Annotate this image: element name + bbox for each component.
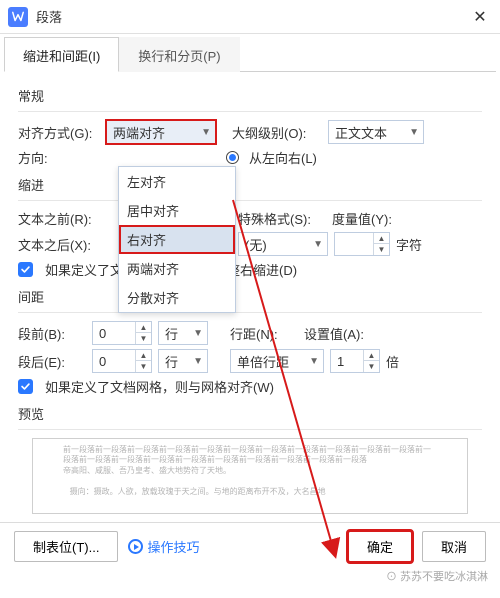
combo-line-spacing[interactable]: 单倍行距 ▼ xyxy=(230,349,324,373)
spinner-set-value-value: 1 xyxy=(337,354,344,369)
label-space-after: 段后(E): xyxy=(18,352,86,371)
label-space-before: 段前(B): xyxy=(18,324,86,343)
combo-outline-level[interactable]: 正文文本 ▼ xyxy=(328,120,424,144)
label-set-value: 设置值(A): xyxy=(304,324,364,343)
combo-alignment[interactable]: 两端对齐 ▼ xyxy=(106,120,216,144)
combo-outline-value: 正文文本 xyxy=(335,123,387,142)
spin-up-icon[interactable]: ▲ xyxy=(136,350,151,361)
app-logo-icon xyxy=(8,7,28,27)
label-metric: 度量值(Y): xyxy=(332,209,392,228)
checkbox-snap-to-grid[interactable] xyxy=(18,379,33,394)
label-indent-after: 文本之后(X): xyxy=(18,235,100,254)
checkbox-snap-to-grid-label: 如果定义了文档网格，则与网格对齐(W) xyxy=(45,377,274,396)
spinner-space-before-value: 0 xyxy=(99,326,106,341)
chevron-down-icon: ▼ xyxy=(201,127,211,138)
combo-alignment-value: 两端对齐 xyxy=(113,123,165,142)
spin-down-icon[interactable]: ▼ xyxy=(136,333,151,344)
tab-strip: 缩进和间距(I) 换行和分页(P) xyxy=(4,36,496,72)
alignment-dropdown: 左对齐 居中对齐 右对齐 两端对齐 分散对齐 xyxy=(118,166,236,313)
combo-after-unit[interactable]: 行 ▼ xyxy=(158,349,208,373)
tab-indent-spacing[interactable]: 缩进和间距(I) xyxy=(4,37,119,72)
label-direction: 方向: xyxy=(18,148,100,167)
spinner-space-after-value: 0 xyxy=(99,354,106,369)
label-outline-level: 大纲级别(O): xyxy=(232,123,322,142)
option-left[interactable]: 左对齐 xyxy=(119,167,235,196)
spinner-metric[interactable]: ▲▼ xyxy=(334,232,390,256)
watermark: ⊙ 苏苏不要吃冰淇淋 xyxy=(386,568,488,584)
spin-down-icon[interactable]: ▼ xyxy=(374,244,389,255)
divider xyxy=(18,312,482,313)
chevron-down-icon: ▼ xyxy=(313,239,323,250)
spinner-set-value[interactable]: 1 ▲▼ xyxy=(330,349,380,373)
section-general: 常规 xyxy=(18,86,482,105)
section-preview: 预览 xyxy=(18,404,482,423)
tab-line-page-breaks[interactable]: 换行和分页(P) xyxy=(119,37,239,72)
combo-before-unit[interactable]: 行 ▼ xyxy=(158,321,208,345)
chevron-down-icon: ▼ xyxy=(193,328,203,339)
label-line-spacing: 行距(N): xyxy=(230,324,298,343)
label-alignment: 对齐方式(G): xyxy=(18,123,100,142)
dialog-body: 常规 对齐方式(G): 两端对齐 ▼ 大纲级别(O): 正文文本 ▼ 方向: 从… xyxy=(0,72,500,514)
option-distribute[interactable]: 分散对齐 xyxy=(119,283,235,312)
tips-link[interactable]: 操作技巧 xyxy=(128,537,199,556)
spin-up-icon[interactable]: ▲ xyxy=(364,350,379,361)
button-bar: 制表位(T)... 操作技巧 确定 取消 xyxy=(0,522,500,570)
ok-button[interactable]: 确定 xyxy=(348,531,412,562)
label-indent-before: 文本之前(R): xyxy=(18,209,100,228)
chevron-down-icon: ▼ xyxy=(409,127,419,138)
spin-up-icon[interactable]: ▲ xyxy=(136,322,151,333)
combo-special-format[interactable]: (无) ▼ xyxy=(238,232,328,256)
combo-special-value: (无) xyxy=(245,235,267,254)
preview-area: 前一段落前一段落前一段落前一段落前一段落前一段落前一段落前一段落前一段落前一段落… xyxy=(32,438,468,514)
spin-up-icon[interactable]: ▲ xyxy=(374,233,389,244)
option-right[interactable]: 右对齐 xyxy=(119,225,235,254)
section-spacing: 间距 xyxy=(18,287,482,306)
close-icon[interactable]: ✕ xyxy=(468,7,492,27)
divider xyxy=(18,200,482,201)
combo-line-spacing-value: 单倍行距 xyxy=(237,352,289,371)
checkbox-auto-right-indent[interactable] xyxy=(18,262,33,277)
cancel-button[interactable]: 取消 xyxy=(422,531,486,562)
unit-char: 字符 xyxy=(396,235,422,254)
option-justify[interactable]: 两端对齐 xyxy=(119,254,235,283)
tabstops-button[interactable]: 制表位(T)... xyxy=(14,531,118,562)
divider xyxy=(18,429,482,430)
play-icon xyxy=(128,539,143,554)
section-indent: 缩进 xyxy=(18,175,482,194)
spinner-space-after[interactable]: 0 ▲▼ xyxy=(92,349,152,373)
titlebar: 段落 ✕ xyxy=(0,0,500,34)
spin-down-icon[interactable]: ▼ xyxy=(136,361,151,372)
label-special-format: 特殊格式(S): xyxy=(238,209,326,228)
spin-down-icon[interactable]: ▼ xyxy=(364,361,379,372)
option-center[interactable]: 居中对齐 xyxy=(119,196,235,225)
window-title: 段落 xyxy=(36,7,468,26)
radio-ltr-label: 从左向右(L) xyxy=(249,148,317,167)
spinner-space-before[interactable]: 0 ▲▼ xyxy=(92,321,152,345)
radio-ltr[interactable] xyxy=(226,151,239,164)
unit-multiple: 倍 xyxy=(386,352,399,371)
divider xyxy=(18,111,482,112)
chevron-down-icon: ▼ xyxy=(309,356,319,367)
chevron-down-icon: ▼ xyxy=(193,356,203,367)
